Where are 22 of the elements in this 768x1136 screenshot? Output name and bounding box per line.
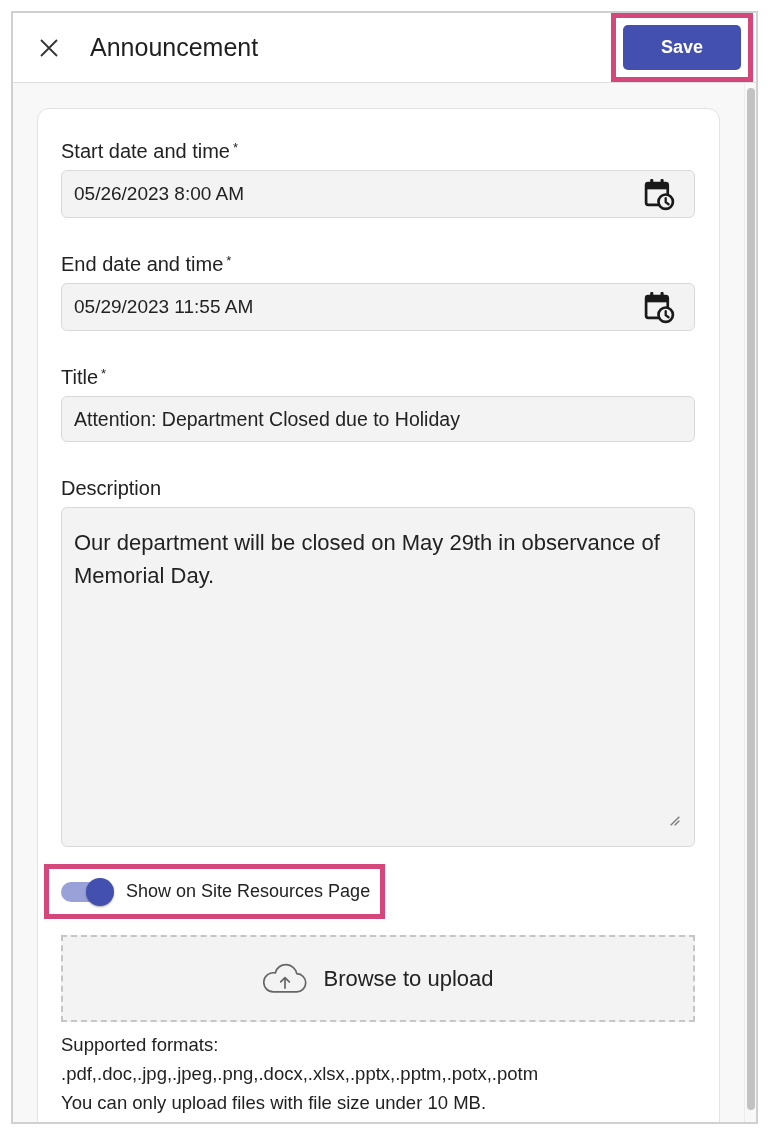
calendar-clock-icon[interactable] <box>644 290 675 324</box>
text-area-field[interactable]: Our department will be closed on May 29th in observance of Memorial Day. <box>61 507 695 847</box>
date-time-field[interactable]: 05/29/2023 11:55 AM <box>61 283 695 331</box>
help-text: You can only upload files with file size under 10 MB. <box>61 1091 487 1115</box>
help-text: Supported formats: <box>61 1033 219 1057</box>
field-label: End date and time$^{*}$ <box>61 253 232 275</box>
save-button[interactable]: Save <box>623 25 741 70</box>
help-text: .pdf,.doc,.jpg,.jpeg,.png,.docx,.xlsx,.pptx,.pptm,.potx,.potm <box>61 1062 539 1086</box>
cloud-upload-icon <box>262 963 307 994</box>
text-field[interactable]: Attention: Department Closed due to Holiday <box>61 396 695 442</box>
field-label: Title$^{*}$ <box>61 366 107 388</box>
upload-dropzone[interactable]: Browse to upload <box>61 935 695 1022</box>
date-time-field[interactable]: 05/26/2023 8:00 AM <box>61 170 695 218</box>
scrollbar-thumb[interactable] <box>747 88 755 1110</box>
field-label: Description <box>61 477 162 499</box>
toggle-label: Show on Site Resources Page <box>126 881 371 902</box>
field-label: Start date and time$^{*}$ <box>61 140 239 162</box>
toggle-switch[interactable] <box>61 877 114 906</box>
dialog-title: Announcement <box>90 33 259 62</box>
close-icon[interactable] <box>40 38 58 57</box>
resize-handle-icon[interactable] <box>670 816 680 826</box>
calendar-clock-icon[interactable] <box>644 177 675 211</box>
